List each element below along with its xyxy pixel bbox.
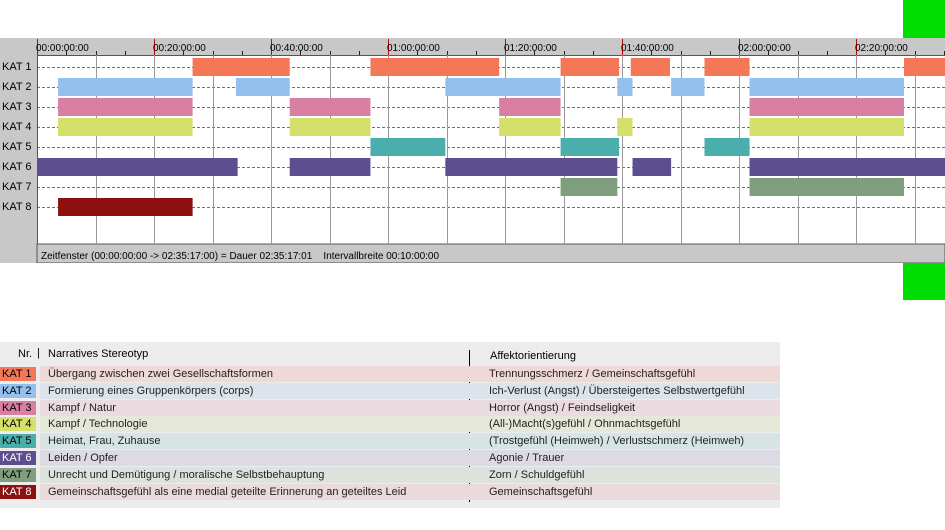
legend-category-code: KAT 8 [0, 484, 36, 499]
legend-stereotype: Kampf / Technologie [48, 418, 148, 431]
legend-row: KAT 7 Unrecht und Demütigung / moralische… [0, 466, 780, 483]
row-label: KAT 2 [2, 81, 32, 93]
status-text: Zeitfenster (00:00:00:00 -> 02:35:17:00)… [41, 251, 439, 262]
green-marker-top [903, 0, 945, 38]
category-segment [560, 178, 618, 196]
legend-row: KAT 8 Gemeinschaftsgefühl als eine medial… [0, 483, 780, 500]
timeline-chart: KAT 1 KAT 2 KAT 3 KAT 4 KAT 5 KAT 6 KAT 7 KAT 8… [0, 38, 945, 263]
legend-row: KAT 4 Kampf / Technologie (All-)Macht(s)ge… [0, 416, 780, 433]
legend-row: KAT 6 Leiden / Opfer Agonie / Trauer [0, 450, 780, 466]
legend-header-pipe: | [37, 347, 40, 359]
legend-affect: Zorn / Schuldgefühl [489, 468, 585, 481]
row-label: KAT 1 [2, 61, 32, 73]
row-label: KAT 6 [2, 161, 32, 173]
row-label: KAT 3 [2, 101, 32, 113]
legend-row: KAT 5 Heimat, Frau, Zuhause (Trostgefühl (… [0, 433, 780, 450]
category-segment [289, 158, 371, 176]
category-segment [58, 98, 193, 116]
legend-category-code: KAT 1 [0, 367, 36, 381]
category-segment [58, 118, 193, 136]
legend-affect: (All-)Macht(s)gefühl / Ohnmachtsgefühl [489, 418, 681, 431]
legend-stereotype: Leiden / Opfer [48, 452, 118, 464]
legend-affect: Agonie / Trauer [489, 452, 565, 464]
category-segment [704, 138, 750, 156]
time-tick-label: 02:00:00:00 [738, 43, 791, 54]
legend-category-code: KAT 3 [0, 400, 36, 415]
category-segment [289, 98, 371, 116]
category-segment [671, 78, 705, 96]
time-tick-label: 00:20:00:00 [153, 43, 206, 54]
category-segment [749, 178, 904, 196]
legend-affect: Gemeinschaftsgefühl [489, 485, 593, 498]
legend-row: KAT 3 Kampf / Natur Horror (Angst) / Feind… [0, 399, 780, 416]
time-tick-label: 01:40:00:00 [621, 43, 674, 54]
legend-stereotype: Heimat, Frau, Zuhause [48, 435, 161, 448]
row-label: KAT 7 [2, 181, 32, 193]
category-segment [560, 58, 620, 76]
time-tick-label: 00:40:00:00 [270, 43, 323, 54]
category-segment [617, 118, 633, 136]
legend-row: KAT 1 Übergang zwischen zwei Gesellschaft… [0, 366, 780, 382]
category-segment [499, 98, 561, 116]
time-tick-label: 00:00:00:00 [36, 43, 89, 54]
legend-row: KAT 2 Formierung eines Gruppenkörpers (co… [0, 382, 780, 399]
legend-category-code: KAT 4 [0, 417, 36, 432]
legend-stereotype: Kampf / Natur [48, 401, 116, 414]
category-segment [289, 118, 371, 136]
category-segment [749, 158, 945, 176]
time-tick-label: 01:20:00:00 [504, 43, 557, 54]
category-segment [704, 58, 750, 76]
category-segment [37, 158, 238, 176]
category-segment [58, 78, 193, 96]
legend-category-code: KAT 2 [0, 383, 36, 398]
legend-stereotype: Gemeinschaftsgefühl als eine medial gete… [48, 485, 407, 498]
legend-affect: Horror (Angst) / Feindseligkeit [489, 401, 636, 414]
row-label: KAT 8 [2, 201, 32, 213]
row-label: KAT 5 [2, 141, 32, 153]
legend-affect: (Trostgefühl (Heimweh) / Verlustschmerz … [489, 435, 745, 448]
category-segment [617, 78, 633, 96]
legend-row-background [40, 450, 780, 466]
legend-affect: Ich-Verlust (Angst) / Übersteigertes Sel… [489, 384, 745, 397]
category-segment [370, 138, 446, 156]
category-segment [632, 158, 672, 176]
legend-row-background [40, 399, 780, 416]
category-segment [58, 198, 193, 216]
legend-header-nr: Nr. [18, 348, 33, 360]
category-segment [749, 78, 904, 96]
legend-category-code: KAT 6 [0, 451, 36, 465]
category-segment [445, 158, 618, 176]
row-label: KAT 4 [2, 121, 32, 133]
time-tick-label: 01:00:00:00 [387, 43, 440, 54]
legend-affect: Trennungsschmerz / Gemeinschaftsgefühl [489, 368, 696, 380]
legend-header-stereotype: Narratives Stereotyp [48, 348, 149, 360]
category-segment [370, 58, 500, 76]
legend-category-code: KAT 7 [0, 467, 36, 482]
category-segment [630, 58, 670, 76]
category-segment [445, 78, 561, 96]
category-segment [499, 118, 561, 136]
category-segment [749, 118, 904, 136]
category-segment [903, 58, 945, 76]
time-tick-label: 02:20:00:00 [855, 43, 908, 54]
category-segment [235, 78, 290, 96]
category-legend: Nr. | Narratives Stereotyp Affektorienti… [0, 342, 780, 508]
green-marker-bottom [903, 263, 945, 300]
legend-category-code: KAT 5 [0, 434, 36, 449]
legend-stereotype: Formierung eines Gruppenkörpers (corps) [48, 384, 254, 397]
category-segment [560, 138, 620, 156]
category-segment [192, 58, 290, 76]
legend-stereotype: Unrecht und Demütigung / moralische Selb… [48, 468, 325, 481]
legend-header-affect: Affektorientierung [490, 350, 577, 362]
legend-stereotype: Übergang zwischen zwei Gesellschaftsform… [48, 368, 273, 380]
category-segment [749, 98, 904, 116]
